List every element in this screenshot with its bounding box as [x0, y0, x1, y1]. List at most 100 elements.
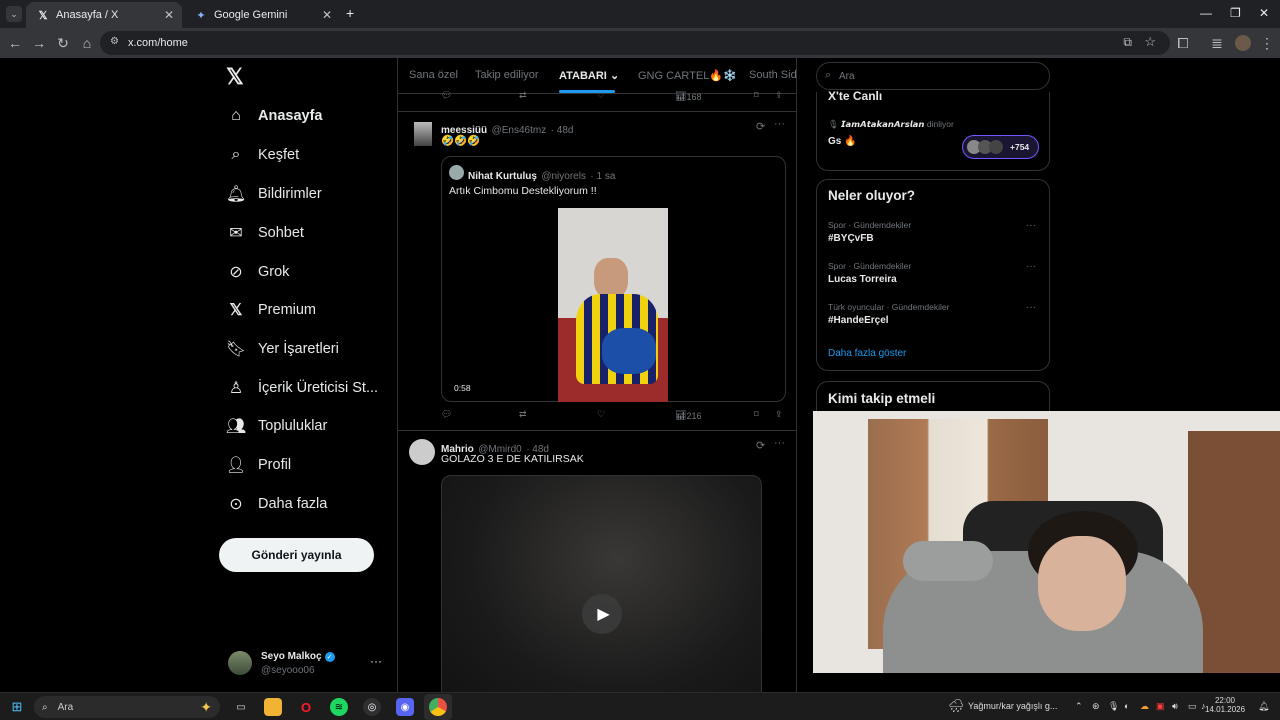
- video-player[interactable]: ▶: [441, 475, 762, 692]
- home-button-icon[interactable]: ⌂: [78, 34, 96, 52]
- like-icon[interactable]: ♡: [597, 409, 605, 420]
- views-count[interactable]: 📊︎ 216: [675, 410, 701, 421]
- tweet-handle[interactable]: @Ens46tmz: [492, 125, 547, 136]
- nav-communities[interactable]: 👥︎ Topluluklar: [226, 414, 327, 438]
- reload-icon[interactable]: ↻: [54, 34, 72, 52]
- tray-app-icon[interactable]: ⊛: [1092, 701, 1100, 712]
- share-icon[interactable]: ⇪: [775, 409, 783, 420]
- weather-text[interactable]: Yağmur/kar yağışlı g...: [968, 701, 1057, 711]
- opera-icon[interactable]: O: [297, 698, 315, 716]
- forward-icon[interactable]: →: [30, 34, 48, 52]
- live-host[interactable]: 𝙄𝙖𝙢𝘼𝙩𝙖𝙠𝙖𝙣𝘼𝙧𝙨𝙡𝙖𝙣: [841, 119, 924, 129]
- close-tab-icon[interactable]: ✕: [322, 8, 332, 22]
- spotify-icon[interactable]: ≋: [330, 698, 348, 716]
- trend-more-icon[interactable]: ···: [1026, 261, 1036, 272]
- post-button[interactable]: Gönderi yayınla: [219, 538, 374, 572]
- bookmark-star-icon[interactable]: ☆: [1144, 34, 1156, 50]
- close-tab-icon[interactable]: ✕: [164, 8, 174, 22]
- clock[interactable]: 22:00 14.01.2026: [1205, 696, 1245, 714]
- close-window-icon[interactable]: ✕: [1259, 6, 1269, 20]
- nav-grok[interactable]: ⊘ Grok: [226, 260, 289, 284]
- bookmark-icon[interactable]: ⌑: [754, 90, 759, 101]
- tray-app-icon[interactable]: ☁: [1140, 701, 1149, 712]
- reply-icon[interactable]: 💬︎: [441, 409, 452, 420]
- show-more-link[interactable]: Daha fazla göster: [828, 348, 906, 359]
- task-view-icon[interactable]: ▭: [232, 698, 250, 716]
- tray-chevron-icon[interactable]: ⌃: [1075, 701, 1083, 712]
- trend-item[interactable]: #HandeErçel: [828, 315, 889, 326]
- extensions-icon[interactable]: ⧠: [1174, 34, 1192, 52]
- taskbar-search[interactable]: ⌕ Ara ✦: [34, 696, 220, 718]
- reading-list-icon[interactable]: ≣: [1208, 34, 1226, 52]
- search-icon: ⌕: [42, 701, 48, 713]
- nav-messages[interactable]: ✉ Sohbet: [226, 221, 304, 245]
- weather-icon[interactable]: 🌧︎: [948, 698, 965, 714]
- nav-profile[interactable]: 👤︎ Profil: [226, 453, 291, 477]
- trend-item[interactable]: Lucas Torreira: [828, 274, 897, 285]
- bookmark-icon[interactable]: ⌑: [754, 409, 759, 420]
- nav-bookmarks[interactable]: 🔖︎ Yer İşaretleri: [226, 337, 339, 361]
- tray-app-icon[interactable]: ◐: [1124, 701, 1129, 711]
- tweet[interactable]: meessiüü @Ens46tmz · 48d ⟳ ··· 🤣🤣🤣 Nihat…: [398, 112, 796, 430]
- search-input[interactable]: ⌕ Ara: [816, 62, 1050, 90]
- nav-creator-studio[interactable]: ♙ İçerik Üreticisi St...: [226, 376, 378, 400]
- tab-gng-cartel[interactable]: GNG CARTEL🔥❄️: [638, 69, 737, 82]
- tab-south-side[interactable]: South Side: [749, 69, 796, 81]
- play-button[interactable]: ▶: [582, 594, 622, 634]
- tab-following[interactable]: Takip ediliyor: [475, 69, 539, 81]
- trend-item[interactable]: #BYÇvFB: [828, 233, 874, 244]
- network-icon[interactable]: ▭: [1188, 701, 1197, 712]
- account-switcher[interactable]: Seyo Malkoç ✓ @seyooo06 ···: [226, 648, 386, 680]
- nav-premium[interactable]: 𝕏 Premium: [226, 298, 316, 322]
- nav-explore[interactable]: ⌕ Keşfet: [226, 143, 300, 167]
- microphone-icon[interactable]: 🎙︎: [1108, 701, 1119, 712]
- back-icon[interactable]: ←: [6, 34, 24, 52]
- tweet-more-icon[interactable]: ···: [774, 437, 785, 449]
- tab-x-home[interactable]: 𝕏 Anasayfa / X ✕: [26, 2, 182, 28]
- tray-app-icon[interactable]: ▣: [1156, 701, 1165, 712]
- minimize-icon[interactable]: —: [1200, 6, 1212, 20]
- space-listeners-pill[interactable]: +754: [962, 135, 1039, 159]
- trend-more-icon[interactable]: ···: [1026, 220, 1036, 231]
- restore-icon[interactable]: ❐: [1230, 6, 1241, 20]
- video-player[interactable]: [558, 208, 668, 402]
- space-title[interactable]: Gs 🔥: [828, 136, 857, 147]
- views-count[interactable]: 📊︎ 168: [675, 91, 701, 102]
- file-explorer-icon[interactable]: [264, 698, 282, 716]
- like-icon[interactable]: ♡: [597, 90, 605, 101]
- windows-start-icon[interactable]: ⊞: [8, 698, 26, 716]
- new-tab-button[interactable]: +: [346, 5, 354, 21]
- tab-for-you[interactable]: Sana özel: [409, 69, 458, 81]
- discord-icon[interactable]: ◉: [396, 698, 414, 716]
- tab-search-button[interactable]: ⌄: [6, 6, 22, 22]
- nav-home[interactable]: ⌂ Anasayfa: [226, 104, 322, 128]
- grok-analyze-icon[interactable]: ⟳: [756, 439, 765, 452]
- install-app-icon[interactable]: ⧉: [1123, 35, 1132, 50]
- site-info-icon[interactable]: ⚙: [110, 36, 119, 47]
- trend-more-icon[interactable]: ···: [1026, 302, 1036, 313]
- obs-icon[interactable]: ◎: [363, 698, 381, 716]
- browser-tab-strip: ⌄ 𝕏 Anasayfa / X ✕ ✦ Google Gemini ✕ + —…: [0, 0, 1280, 28]
- grok-analyze-icon[interactable]: ⟳: [756, 120, 765, 133]
- share-icon[interactable]: ⇪: [775, 90, 783, 101]
- speaker-icon[interactable]: 🔊︎: [1172, 701, 1178, 712]
- notifications-icon[interactable]: 🔔︎: [1258, 701, 1269, 712]
- video-person: [602, 328, 656, 374]
- retweet-icon[interactable]: ⇄: [519, 409, 527, 420]
- reply-icon[interactable]: 💬︎: [441, 90, 452, 101]
- retweet-icon[interactable]: ⇄: [519, 90, 527, 101]
- tweet[interactable]: Mahrio @Mmird0 · 48d ⟳ ··· GOLAZO 3 E DE…: [398, 431, 796, 692]
- tweet-time[interactable]: · 48d: [551, 125, 574, 136]
- nav-more[interactable]: ⊙ Daha fazla: [226, 492, 327, 516]
- url-field[interactable]: ⚙ x.com/home ⧉ ☆: [100, 31, 1170, 55]
- profile-avatar-icon[interactable]: [1235, 35, 1251, 51]
- tweet-more-icon[interactable]: ···: [774, 118, 785, 130]
- chevron-down-icon: ⌄: [609, 70, 620, 82]
- browser-menu-icon[interactable]: ⋮: [1258, 34, 1276, 52]
- nav-notifications[interactable]: 🔔︎ Bildirimler: [226, 182, 322, 206]
- x-logo-icon[interactable]: 𝕏: [226, 64, 244, 90]
- tab-gemini[interactable]: ✦ Google Gemini ✕: [184, 2, 340, 28]
- tab-atabari[interactable]: ATABARI ⌄: [559, 69, 619, 82]
- quote-tweet[interactable]: Nihat Kurtuluş @niyorels · 1 sa Artık Ci…: [441, 156, 786, 402]
- account-more-icon[interactable]: ···: [370, 654, 382, 668]
